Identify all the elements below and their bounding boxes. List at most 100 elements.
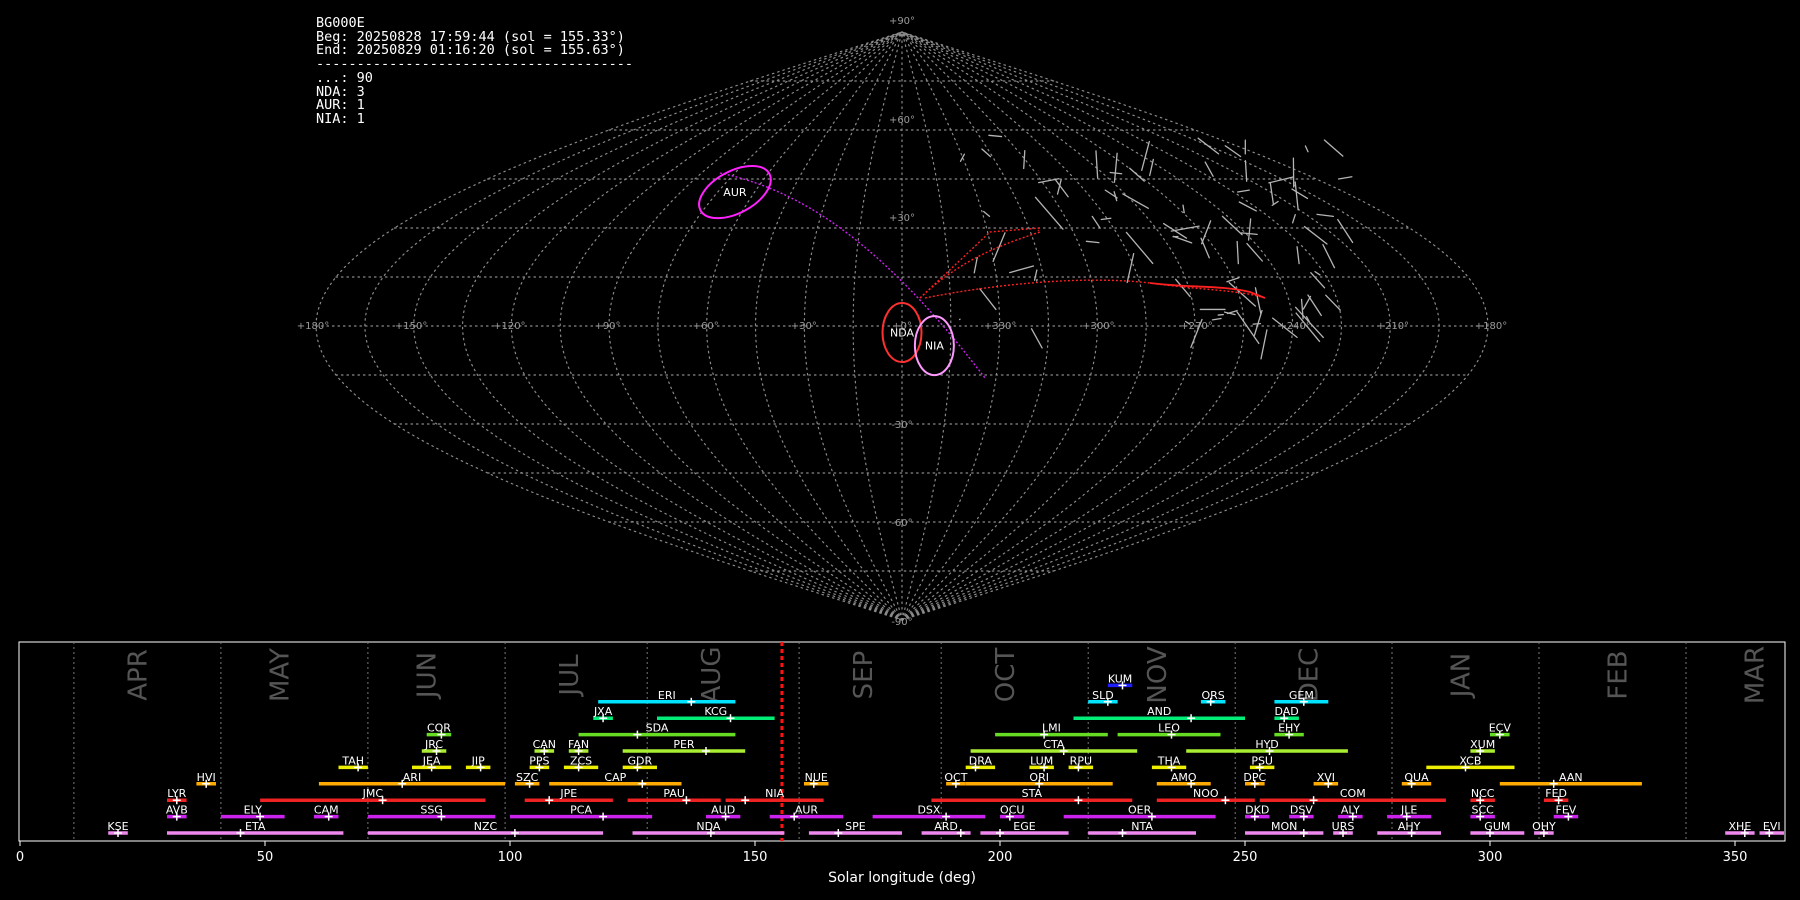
shower-label: JRC xyxy=(424,738,443,751)
longitude-label: +180° xyxy=(1475,321,1507,332)
meteor-track xyxy=(1247,218,1252,241)
meteor-track xyxy=(1100,217,1112,221)
shower-label: OER xyxy=(1128,804,1152,817)
meteor-track xyxy=(1085,240,1100,244)
shower-label: PSU xyxy=(1251,754,1273,767)
meteor-track xyxy=(1238,201,1257,212)
x-tick-label: 200 xyxy=(988,850,1013,865)
meteor-track xyxy=(983,210,991,218)
shower-label: NUE xyxy=(805,771,828,784)
longitude-label: +240° xyxy=(1278,321,1310,332)
shower-label: DAD xyxy=(1275,705,1299,718)
meteor-track xyxy=(1291,214,1296,224)
shower-label: COR xyxy=(427,722,451,735)
latitude-label: -90° xyxy=(891,617,912,628)
meteor-track xyxy=(1095,150,1099,179)
meteor-track xyxy=(1162,222,1188,239)
month-label: MAR xyxy=(1741,646,1771,704)
shower-label: HYD xyxy=(1255,738,1278,751)
meteor-track xyxy=(1316,213,1335,218)
info-panel: BG000E Beg: 20250828 17:59:44 (sol = 155… xyxy=(316,16,633,127)
nda-track xyxy=(919,229,1042,299)
shower-timeline: APR MAY JUN JUL AUG SEP OCT NOV DEC JAN FEB MAR KUM… xyxy=(16,641,1786,886)
meteor-track xyxy=(1246,242,1263,262)
longitude-label: +60° xyxy=(693,321,719,332)
sky-map: +180° +150° +120° +90° +60° +30° +0° +330° +300°… xyxy=(297,16,1507,628)
shower-label: KUM xyxy=(1108,672,1132,685)
longitude-label: +210° xyxy=(1377,321,1409,332)
shower-label: GUM xyxy=(1484,820,1510,833)
shower-label: XVI xyxy=(1317,771,1335,784)
meteor-track xyxy=(1325,294,1341,311)
meteor-track xyxy=(1182,204,1185,214)
latitude-label: +30° xyxy=(889,213,915,224)
meteor-track xyxy=(1323,139,1344,157)
longitude-label: +30° xyxy=(791,321,817,332)
meteor-track xyxy=(1226,277,1240,283)
shower-label: SCC xyxy=(1471,804,1494,817)
shower-label: CAP xyxy=(604,771,626,784)
month-label: APR xyxy=(124,649,154,701)
meteor-track xyxy=(1211,317,1222,321)
shower-label: LEO xyxy=(1158,722,1180,735)
meteor-track xyxy=(1304,145,1309,153)
meteor-track xyxy=(1322,243,1336,269)
shower-label: QUA xyxy=(1404,771,1429,784)
shower-label: DSX xyxy=(917,804,940,817)
shower-label: SZC xyxy=(516,771,539,784)
shower-label: ETA xyxy=(245,820,266,833)
shower-label: JEA xyxy=(422,754,441,767)
meteor-track xyxy=(1236,311,1260,345)
month-label: MAY xyxy=(266,648,296,702)
meteor-track xyxy=(1314,270,1321,276)
nda-track xyxy=(924,279,1266,299)
shower-label: NOO xyxy=(1193,787,1219,800)
meteor-tracks xyxy=(719,134,1354,379)
x-tick-label: 150 xyxy=(743,850,768,865)
month-label: JAN xyxy=(1447,653,1477,699)
nda-track xyxy=(919,227,1041,299)
meteor-track xyxy=(979,288,997,311)
shower-label: SSG xyxy=(420,804,443,817)
radiant-nia-label: NIA xyxy=(925,340,944,353)
meteor-track xyxy=(1303,225,1328,245)
meteor-track xyxy=(973,257,978,274)
month-label: OCT xyxy=(991,648,1021,703)
shower-label: PAU xyxy=(663,787,685,800)
longitude-label: +330° xyxy=(984,321,1016,332)
shower-label: PCA xyxy=(570,804,592,817)
shower-label: ELY xyxy=(244,804,263,817)
month-label: NOV xyxy=(1143,646,1173,703)
latitude-label: -30° xyxy=(891,420,912,431)
shower-label: GDR xyxy=(628,754,653,767)
shower-label: KSE xyxy=(107,820,128,833)
shower-label: OCT xyxy=(944,771,967,784)
meteor-track xyxy=(1034,196,1064,230)
shower-label: THA xyxy=(1157,754,1181,767)
meteor-track xyxy=(1300,298,1304,320)
shower-label: AND xyxy=(1147,705,1171,718)
shower-label: DRA xyxy=(969,754,993,767)
meteor-track xyxy=(988,134,1003,138)
shower-label: RPU xyxy=(1070,754,1092,767)
shower-label: STA xyxy=(1022,787,1043,800)
nda-track xyxy=(1149,282,1266,299)
shower-label: AHY xyxy=(1398,820,1421,833)
shower-label: XUM xyxy=(1470,738,1495,751)
longitude-label: +300° xyxy=(1082,321,1114,332)
longitude-label: +150° xyxy=(395,321,427,332)
meteor-track xyxy=(1122,193,1149,209)
shower-label: NDA xyxy=(696,820,721,833)
shower-label: COM xyxy=(1340,787,1366,800)
shower-label: URS xyxy=(1332,820,1355,833)
shower-label: EHY xyxy=(1278,722,1300,735)
shower-label: ERI xyxy=(658,689,676,702)
meteor-track xyxy=(1337,218,1354,244)
x-tick-label: 0 xyxy=(16,850,24,865)
shower-label: ORI xyxy=(1029,771,1049,784)
shower-label: FEV xyxy=(1556,804,1577,817)
x-tick-label: 350 xyxy=(1723,850,1748,865)
shower-label: JMC xyxy=(362,787,384,800)
meteor-track xyxy=(1009,265,1035,274)
shower-label: ARI xyxy=(403,771,421,784)
